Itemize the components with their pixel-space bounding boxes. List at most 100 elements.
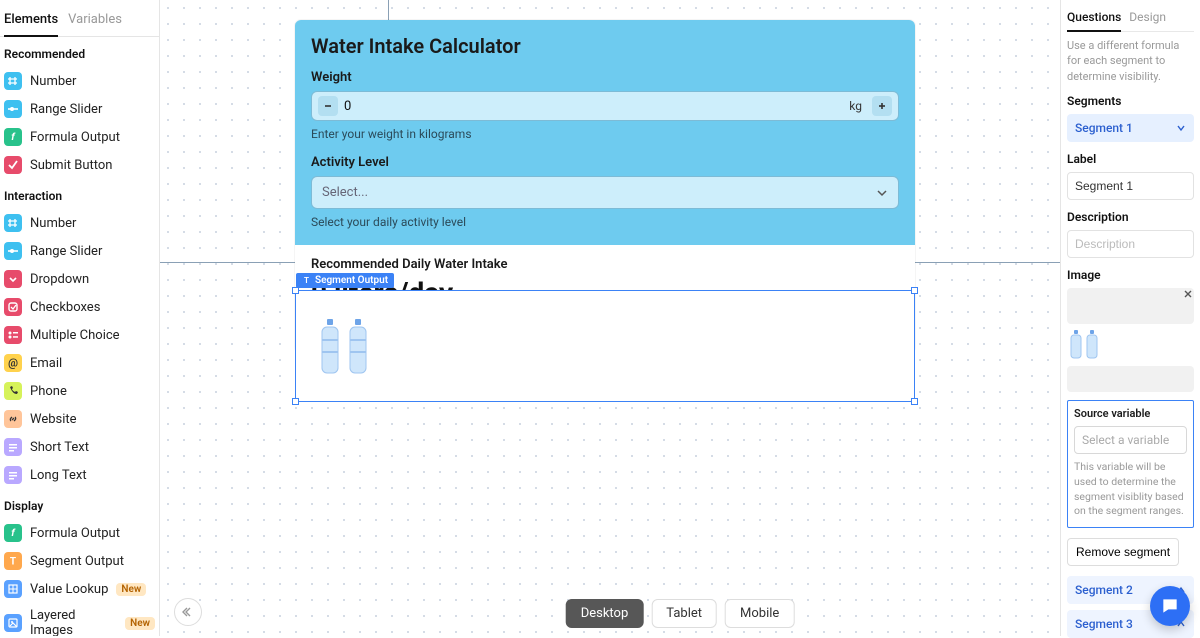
ph-icon (4, 382, 22, 400)
img-icon (4, 614, 22, 632)
activity-select[interactable]: Select... (311, 176, 899, 209)
element-label: Layered Images (30, 608, 117, 636)
description-header: Description (1067, 210, 1194, 224)
segment-output-selected[interactable]: T Segment Output (295, 290, 915, 402)
element-item[interactable]: TSegment Output (0, 547, 159, 575)
element-label: Formula Output (30, 526, 120, 541)
txt-icon (4, 466, 22, 484)
element-item[interactable]: Checkboxes (0, 293, 159, 321)
element-label: Submit Button (30, 158, 112, 173)
new-badge: New (125, 617, 155, 630)
element-label: Range Slider (30, 244, 102, 259)
element-label: Phone (30, 384, 67, 399)
resize-handle[interactable] (292, 398, 299, 405)
element-item[interactable]: fFormula Output (0, 123, 159, 151)
svg-text:f: f (11, 132, 16, 143)
element-item[interactable]: Submit Button (0, 151, 159, 179)
element-item[interactable]: Layered Images New (0, 603, 159, 636)
chevron-down-icon (1176, 123, 1186, 133)
check-icon (4, 156, 22, 174)
element-label: Number (30, 74, 76, 89)
hash-icon (4, 214, 22, 232)
txt-icon (4, 438, 22, 456)
element-item[interactable]: Multiple Choice (0, 321, 159, 349)
tab-variables[interactable]: Variables (68, 10, 122, 36)
resize-handle[interactable] (911, 287, 918, 294)
slider-icon (4, 242, 22, 260)
tab-questions[interactable]: Questions (1067, 8, 1121, 32)
element-label: Value Lookup (30, 582, 108, 597)
slider-icon (4, 100, 22, 118)
left-tabs: Elements Variables (0, 0, 159, 37)
image-drop[interactable] (1067, 288, 1194, 324)
weight-hint: Enter your weight in kilograms (311, 127, 899, 141)
element-item[interactable]: Range Slider (0, 95, 159, 123)
element-item[interactable]: Value Lookup New (0, 575, 159, 603)
close-icon[interactable] (1180, 286, 1196, 302)
activity-hint: Select your daily activity level (311, 215, 899, 229)
svg-text:T: T (304, 276, 309, 285)
source-variable-hint: This variable will be used to determine … (1074, 460, 1187, 519)
segment-desc-input[interactable] (1067, 230, 1194, 258)
element-item[interactable]: Phone (0, 377, 159, 405)
label-header: Label (1067, 152, 1194, 166)
collapse-left-button[interactable] (174, 598, 202, 626)
weight-unit: kg (849, 99, 862, 113)
svg-text:@: @ (8, 357, 18, 369)
group-header: Display (0, 489, 159, 519)
element-item[interactable]: Dropdown (0, 265, 159, 293)
resize-handle[interactable] (911, 398, 918, 405)
hash-icon (4, 72, 22, 90)
weight-increment[interactable] (872, 96, 892, 116)
panel-desc: Use a different formula for each segment… (1067, 38, 1194, 84)
weight-label: Weight (311, 70, 899, 85)
T-icon: T (4, 552, 22, 570)
chevron-down-icon (876, 187, 888, 199)
chat-bubble-button[interactable] (1150, 586, 1190, 626)
device-tablet[interactable]: Tablet (651, 599, 717, 628)
segment-label-input[interactable] (1067, 172, 1194, 200)
element-item[interactable]: Number (0, 209, 159, 237)
at-icon: @ (4, 354, 22, 372)
result-label: Recommended Daily Water Intake (311, 257, 899, 272)
weight-stepper[interactable]: 0 kg (311, 91, 899, 121)
element-item[interactable]: Range Slider (0, 237, 159, 265)
weight-decrement[interactable] (318, 96, 338, 116)
right-panel: Questions Design Use a different formula… (1060, 0, 1200, 636)
cb-icon (4, 298, 22, 316)
element-label: Checkboxes (30, 300, 100, 315)
form-title: Water Intake Calculator (311, 34, 899, 58)
left-sidebar: Elements Variables RecommendedNumberRang… (0, 0, 160, 636)
link-icon (4, 410, 22, 428)
mc-icon (4, 326, 22, 344)
tab-design[interactable]: Design (1129, 8, 1166, 31)
image-header: Image (1067, 268, 1194, 282)
element-item[interactable]: Long Text (0, 461, 159, 489)
device-mobile[interactable]: Mobile (725, 599, 794, 628)
new-badge: New (116, 583, 146, 596)
fx-icon: f (4, 128, 22, 146)
element-label: Email (30, 356, 62, 371)
element-label: Long Text (30, 468, 87, 483)
element-item[interactable]: f Formula Output (0, 519, 159, 547)
element-item[interactable]: @ Email (0, 349, 159, 377)
element-label: Website (30, 412, 77, 427)
segment-1-row[interactable]: Segment 1 (1067, 114, 1194, 142)
image-thumbnail (1069, 330, 1194, 360)
activity-placeholder: Select... (322, 185, 368, 200)
element-item[interactable]: Website (0, 405, 159, 433)
source-variable-select[interactable]: Select a variable (1074, 426, 1187, 454)
tbl-icon (4, 580, 22, 598)
tab-elements[interactable]: Elements (4, 10, 58, 37)
resize-handle[interactable] (292, 287, 299, 294)
device-desktop[interactable]: Desktop (566, 599, 644, 628)
fx-icon: f (4, 524, 22, 542)
element-item[interactable]: Number (0, 67, 159, 95)
image-placeholder[interactable] (1067, 366, 1194, 392)
svg-text:T: T (10, 557, 16, 568)
element-item[interactable]: Short Text (0, 433, 159, 461)
remove-segment-button[interactable]: Remove segment (1067, 538, 1179, 566)
segment-image (318, 319, 370, 375)
weight-value: 0 (344, 99, 843, 114)
element-label: Multiple Choice (30, 328, 120, 343)
